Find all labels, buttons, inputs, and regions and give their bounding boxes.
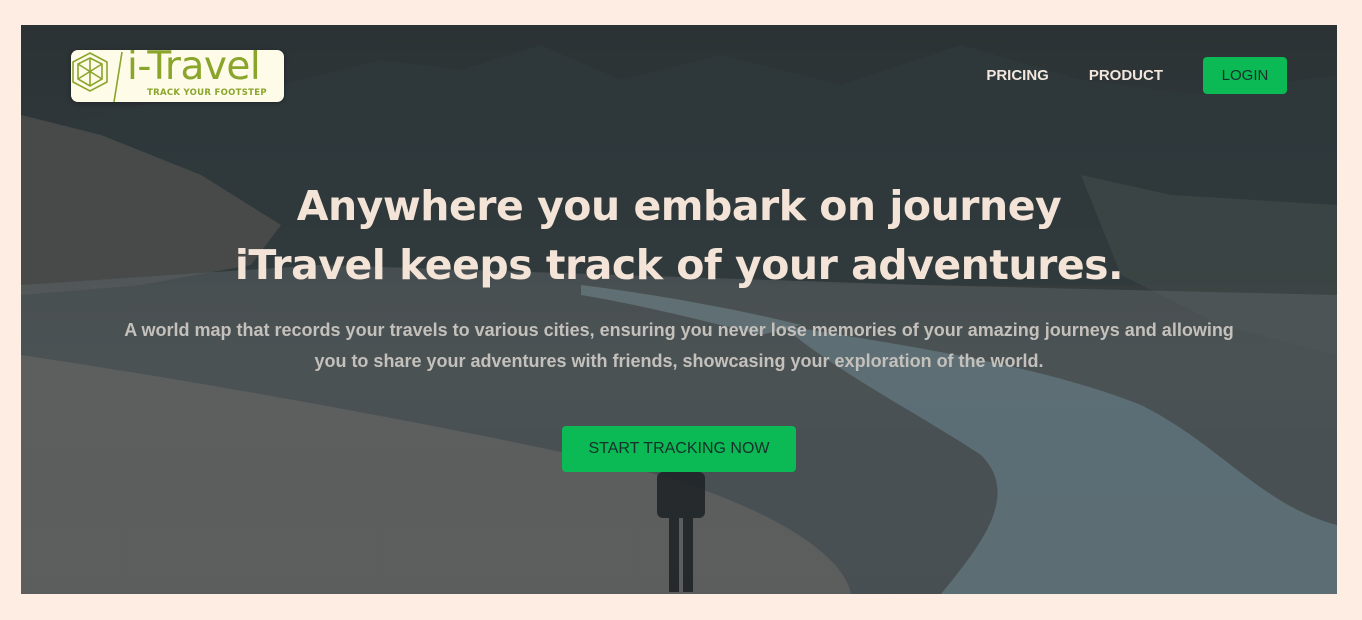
start-tracking-button[interactable]: START TRACKING NOW — [562, 426, 796, 472]
brand-logo[interactable]: i-Travel TRACK YOUR FOOTSTEP — [71, 50, 284, 102]
hero-headline: Anywhere you embark on journey iTravel k… — [21, 177, 1337, 295]
traveler-silhouette — [657, 472, 705, 592]
nav-link-pricing[interactable]: PRICING — [986, 67, 1049, 84]
top-navigation: PRICING PRODUCT LOGIN — [986, 57, 1287, 94]
hexagon-cube-icon — [72, 51, 123, 102]
brand-tagline: TRACK YOUR FOOTSTEP — [147, 88, 267, 98]
brand-name: i-Travel — [127, 50, 261, 89]
hero-description: A world map that records your travels to… — [124, 320, 1234, 371]
hero-section: i-Travel TRACK YOUR FOOTSTEP PRICING PRO… — [21, 25, 1337, 594]
hero-headline-line-2: iTravel keeps track of your adventures. — [234, 241, 1124, 289]
nav-link-product[interactable]: PRODUCT — [1089, 67, 1163, 84]
hero-headline-line-1: Anywhere you embark on journey — [296, 182, 1062, 230]
login-button[interactable]: LOGIN — [1203, 57, 1287, 94]
